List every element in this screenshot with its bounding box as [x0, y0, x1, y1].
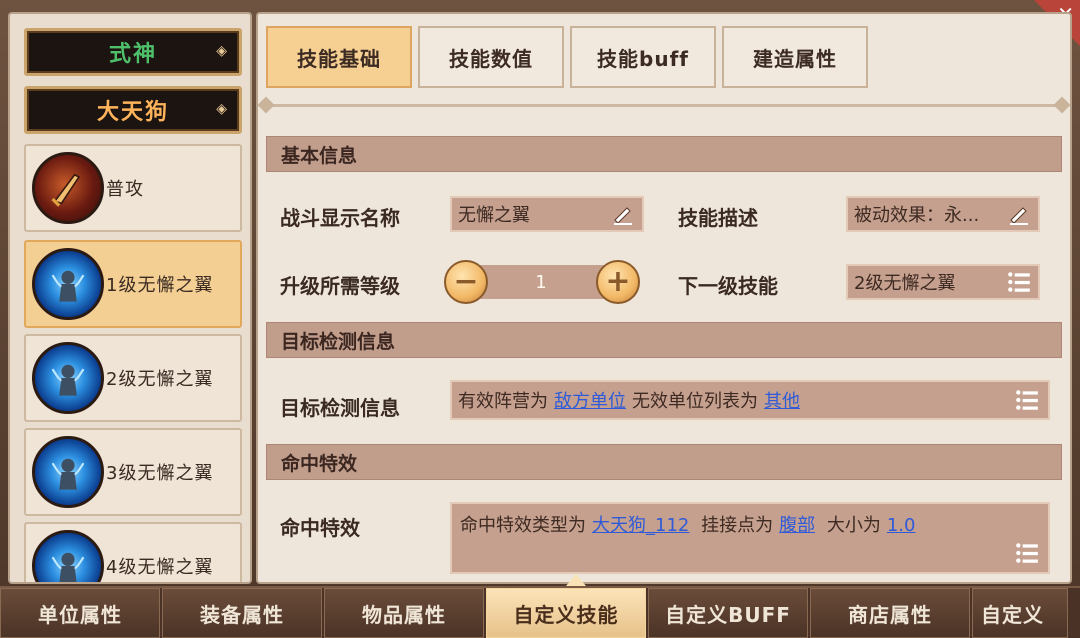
- tab-skill-values[interactable]: 技能数值: [418, 26, 564, 88]
- skill-item-level2[interactable]: 2级无懈之翼: [24, 334, 242, 422]
- plus-icon: +: [605, 264, 631, 299]
- valid-faction-link[interactable]: 敌方单位: [548, 387, 632, 413]
- target-detect-label: 目标检测信息: [280, 396, 400, 420]
- sword-icon: [32, 152, 104, 224]
- tab-equipment-attributes[interactable]: 装备属性: [162, 588, 322, 638]
- tab-unit-attributes[interactable]: 单位属性: [0, 588, 160, 638]
- skill-item-label: 4级无懈之翼: [106, 557, 214, 578]
- skill-item-level4[interactable]: 4级无懈之翼: [24, 522, 242, 582]
- skill-item-label: 3级无懈之翼: [106, 463, 214, 484]
- tab-custom-skill[interactable]: 自定义技能: [486, 588, 646, 638]
- skill-desc-label: 技能描述: [678, 206, 758, 230]
- hit-effect-text: 挂接点为: [701, 515, 774, 536]
- attach-point-link[interactable]: 腹部: [773, 515, 821, 536]
- unit-dropdown-label: 大天狗: [96, 100, 169, 125]
- increment-button[interactable]: +: [596, 260, 640, 304]
- target-detect-text: 无效单位列表为: [632, 391, 758, 412]
- unit-dropdown[interactable]: 大天狗 ◈: [24, 86, 242, 134]
- skill-item-label: 1级无懈之翼: [106, 275, 214, 296]
- skill-item-level1[interactable]: 1级无懈之翼: [24, 240, 242, 328]
- effect-type-link[interactable]: 大天狗_112: [586, 515, 695, 536]
- section-header-target-detect: 目标检测信息: [266, 322, 1062, 358]
- scale-link[interactable]: 1.0: [881, 515, 922, 536]
- skill-item-label: 普攻: [106, 179, 144, 200]
- tengu-wing-icon: [32, 248, 104, 320]
- tengu-wing-icon: [32, 436, 104, 508]
- target-detect-field[interactable]: 有效阵营为 敌方单位 无效单位列表为 其他: [450, 380, 1050, 420]
- tengu-wing-icon: [32, 530, 104, 582]
- tab-skill-basic[interactable]: 技能基础: [266, 26, 412, 88]
- next-skill-label: 下一级技能: [678, 274, 778, 298]
- hit-effect-text: 命中特效类型为: [460, 515, 586, 536]
- target-detect-text: 有效阵营为: [458, 391, 548, 412]
- divider: [258, 96, 1070, 114]
- top-tab-bar: 技能基础 技能数值 技能buff 建造属性: [266, 26, 868, 88]
- tab-item-attributes[interactable]: 物品属性: [324, 588, 484, 638]
- level-req-label: 升级所需等级: [280, 274, 400, 298]
- battle-name-label: 战斗显示名称: [280, 206, 400, 230]
- tab-skill-buff[interactable]: 技能buff: [570, 26, 716, 88]
- level-req-stepper[interactable]: 1: [466, 265, 616, 299]
- chevron-down-icon: ◈: [216, 101, 229, 117]
- next-skill-value: 2级无懈之翼: [854, 273, 956, 294]
- skill-item-basic-attack[interactable]: 普攻: [24, 144, 242, 232]
- invalid-units-link[interactable]: 其他: [758, 387, 806, 413]
- skill-item-level3[interactable]: 3级无懈之翼: [24, 428, 242, 516]
- category-dropdown-label: 式神: [108, 42, 157, 67]
- edit-icon[interactable]: [608, 199, 638, 229]
- hit-effect-text: 大小为: [826, 515, 881, 536]
- minus-icon: −: [453, 264, 479, 299]
- tab-custom-buff[interactable]: 自定义BUFF: [648, 588, 808, 638]
- chevron-down-icon: ◈: [216, 43, 229, 59]
- hit-effect-label: 命中特效: [280, 516, 360, 540]
- skill-list-panel: 式神 ◈ 大天狗 ◈ 普攻 1级无懈之翼 2级无懈之翼 3级无懈之翼 4级无懈之…: [8, 12, 252, 584]
- list-icon[interactable]: [1012, 385, 1042, 415]
- active-tab-caret: [566, 574, 586, 586]
- list-icon[interactable]: [1012, 538, 1042, 568]
- tab-build-attributes[interactable]: 建造属性: [722, 26, 868, 88]
- tab-custom-more[interactable]: 自定义: [972, 588, 1068, 638]
- skill-desc-value: 被动效果：永...: [854, 205, 980, 226]
- section-header-hit-effect: 命中特效: [266, 444, 1062, 480]
- section-header-basic-info: 基本信息: [266, 136, 1062, 172]
- battle-name-value: 无懈之翼: [458, 205, 530, 226]
- bottom-tab-bar: 单位属性 装备属性 物品属性 自定义技能 自定义BUFF 商店属性 自定义: [0, 586, 1080, 638]
- list-icon[interactable]: [1004, 267, 1034, 297]
- level-req-value: 1: [535, 271, 547, 293]
- hit-effect-field[interactable]: 命中特效类型为 大天狗_112 挂接点为 腹部 大小为 1.0: [450, 502, 1050, 574]
- skill-item-label: 2级无懈之翼: [106, 369, 214, 390]
- tab-shop-attributes[interactable]: 商店属性: [810, 588, 970, 638]
- edit-icon[interactable]: [1004, 199, 1034, 229]
- decrement-button[interactable]: −: [444, 260, 488, 304]
- skill-detail-panel: 技能基础 技能数值 技能buff 建造属性 基本信息 战斗显示名称 无懈之翼 技…: [256, 12, 1072, 584]
- category-dropdown[interactable]: 式神 ◈: [24, 28, 242, 76]
- tengu-wing-icon: [32, 342, 104, 414]
